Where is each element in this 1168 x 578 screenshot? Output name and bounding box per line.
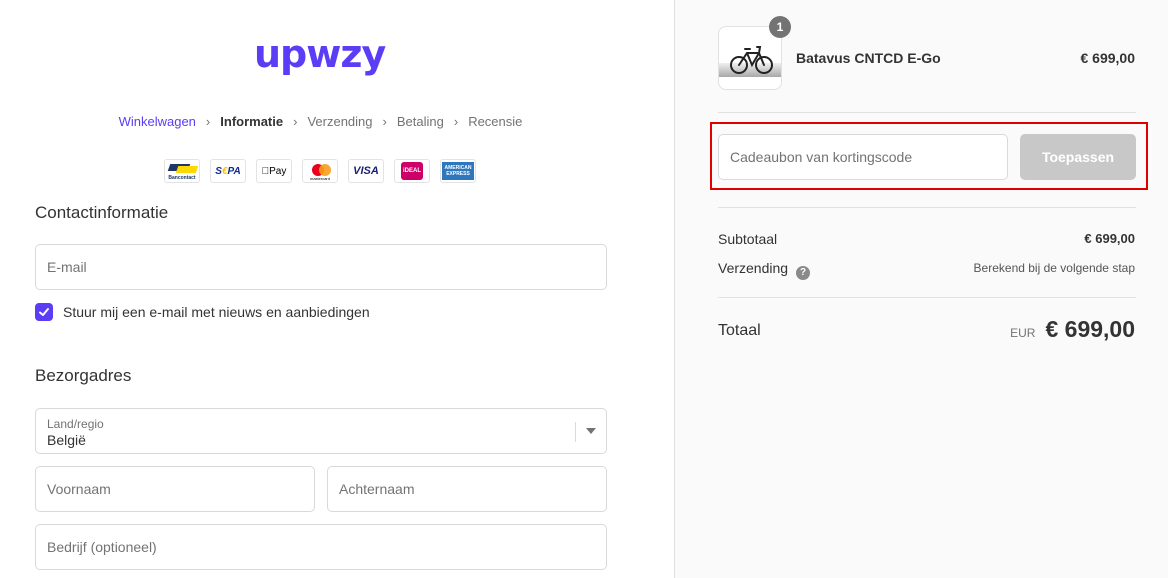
breadcrumb-payment: Betaling xyxy=(396,114,444,129)
subtotal-label: Subtotaal xyxy=(718,231,778,247)
mastercard-logo: mastercard xyxy=(302,159,338,183)
company-field-wrapper xyxy=(35,524,607,570)
sepa-logo: S € PA xyxy=(210,159,246,183)
discount-input-wrapper xyxy=(718,134,1008,180)
chevron-down-icon xyxy=(586,428,596,434)
newsletter-checkbox[interactable] xyxy=(35,303,53,321)
breadcrumb: Winkelwagen › Informatie › Verzending › … xyxy=(0,114,641,129)
subtotal-value: € 699,00 xyxy=(1084,231,1135,246)
newsletter-label[interactable]: Stuur mij een e-mail met nieuws en aanbi… xyxy=(63,304,370,320)
shipping-row-label: Verzending? xyxy=(718,260,811,280)
brand-logo[interactable]: upwzy xyxy=(254,34,386,74)
total-amount: € 699,00 xyxy=(1045,316,1135,342)
email-field-wrapper xyxy=(35,244,607,290)
chevron-right-icon: › xyxy=(382,114,387,129)
amex-logo: AMERICAN EXPRESS xyxy=(440,159,476,183)
bike-icon xyxy=(730,46,773,74)
breadcrumb-cart[interactable]: Winkelwagen xyxy=(117,114,198,129)
shipping-label: Verzending xyxy=(718,260,789,276)
country-select[interactable]: Land/regio België xyxy=(35,408,607,454)
quantity-badge: 1 xyxy=(769,16,791,38)
email-field[interactable] xyxy=(36,245,606,289)
breadcrumb-review: Recensie xyxy=(468,114,523,129)
discount-code-input[interactable] xyxy=(719,135,1007,179)
total-label: Totaal xyxy=(718,322,761,339)
help-icon[interactable]: ? xyxy=(796,265,811,280)
checkout-main: upwzy Winkelwagen › Informatie › Verzend… xyxy=(0,0,674,578)
apple-icon:  xyxy=(262,166,270,177)
ideal-logo: iDEAL xyxy=(394,159,430,183)
payment-methods: Bancontact S€PA Pay mastercard VISA iDE… xyxy=(164,159,476,183)
divider xyxy=(718,112,1136,113)
firstname-field-wrapper xyxy=(35,466,315,512)
firstname-field[interactable] xyxy=(36,467,314,511)
country-label: Land/regio xyxy=(47,417,104,431)
product-name: Batavus CNTCD E-Go xyxy=(796,50,941,66)
lastname-field-wrapper xyxy=(327,466,607,512)
chevron-right-icon: › xyxy=(293,114,298,129)
chevron-right-icon: › xyxy=(205,114,211,129)
visa-logo: VISA xyxy=(348,159,384,183)
order-summary: 1 Batavus CNTCD E-Go € 699,00 Toepassen … xyxy=(674,0,1168,578)
company-field[interactable] xyxy=(36,525,606,569)
total-amount-wrapper: EUR € 699,00 xyxy=(1010,316,1135,343)
checkmark-icon xyxy=(39,308,49,316)
chevron-right-icon: › xyxy=(453,114,459,129)
divider xyxy=(718,297,1136,298)
apply-discount-button[interactable]: Toepassen xyxy=(1020,134,1136,180)
shipping-value: Berekend bij de volgende stap xyxy=(973,261,1135,275)
contact-section-title: Contactinformatie xyxy=(35,203,169,222)
divider xyxy=(718,207,1136,208)
shipping-section-title: Bezorgadres xyxy=(35,366,132,385)
newsletter-option: Stuur mij een e-mail met nieuws en aanbi… xyxy=(35,303,370,321)
bancontact-logo: Bancontact xyxy=(164,159,200,183)
product-price: € 699,00 xyxy=(1080,50,1136,66)
apple-pay-logo: Pay xyxy=(256,159,292,183)
country-value: België xyxy=(47,432,86,448)
breadcrumb-information: Informatie xyxy=(220,114,284,129)
lastname-field[interactable] xyxy=(328,467,606,511)
currency-code: EUR xyxy=(1010,326,1036,340)
breadcrumb-shipping: Verzending xyxy=(307,114,373,129)
